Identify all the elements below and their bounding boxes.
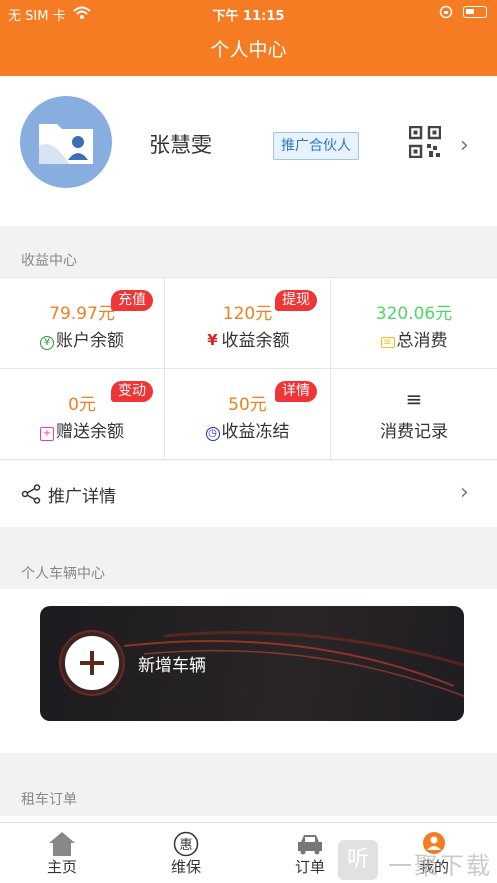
spend-records-cell[interactable]: ≡ 消费记录 [331, 369, 497, 460]
frozen-earnings-label-row: ◷ 收益冻结 [165, 417, 330, 442]
user-name: 张慧雯 [149, 133, 212, 157]
spend-records-label: 消费记录 [380, 422, 448, 442]
frozen-earnings-label: 收益冻结 [221, 422, 290, 442]
tab-maintenance[interactable]: 惠 维保 [146, 823, 226, 883]
gift-balance-label-row: + 赠送余额 [0, 417, 164, 442]
total-spend-cell[interactable]: 320.06元 ≡ 总消费 [331, 278, 497, 369]
ticket-icon: ≡ [380, 337, 395, 348]
earnings-balance-label-row: ¥ 收益余额 [165, 326, 330, 351]
tab-home[interactable]: 主页 [22, 823, 102, 883]
total-spend-amount: 320.06元 [375, 304, 453, 324]
watermark-text: 一聚下载 [388, 852, 492, 880]
avatar[interactable] [20, 96, 112, 188]
nav-bar: 个人中心 [0, 26, 497, 76]
gift-icon: + [40, 427, 54, 441]
recharge-badge[interactable]: 充值 [111, 290, 153, 311]
earnings-balance-cell[interactable]: 120元 提现 ¥ 收益余额 [165, 278, 331, 369]
chevron-right-icon[interactable]: › [460, 133, 469, 158]
status-icons [439, 5, 487, 19]
car-icon [298, 835, 322, 855]
chevron-right-icon: › [460, 480, 469, 505]
watermark-logo: 听 [338, 840, 378, 880]
list-icon: ≡ [405, 387, 423, 411]
total-spend-label-row: ≡ 总消费 [331, 326, 497, 351]
rental-section-title: 租车订单 [21, 792, 77, 808]
vehicle-section-title: 个人车辆中心 [21, 566, 105, 582]
account-balance-cell[interactable]: 79.97元 充值 ¥ 账户余额 [0, 278, 165, 369]
account-balance-label: 账户余额 [56, 331, 124, 351]
wifi-icon [73, 6, 91, 19]
qr-code-icon[interactable] [409, 126, 441, 158]
svg-text:惠: 惠 [179, 838, 192, 853]
page-title: 个人中心 [210, 39, 287, 61]
frozen-earnings-cell[interactable]: 50元 详情 ◷ 收益冻结 [165, 369, 331, 460]
folder-user-icon [39, 124, 93, 164]
tab-home-label: 主页 [46, 858, 77, 876]
earnings-balance-label: 收益余额 [221, 331, 290, 351]
yuan-coin-icon: ¥ [40, 336, 54, 350]
earnings-section-title: 收益中心 [21, 253, 77, 269]
clock-icon: ◷ [205, 427, 220, 441]
details-badge[interactable]: 详情 [275, 381, 317, 402]
watermark: 听 一聚下载 [338, 840, 497, 883]
change-badge[interactable]: 变动 [111, 381, 153, 402]
promotion-details-row[interactable]: 推广详情 › [0, 461, 497, 527]
withdraw-badge[interactable]: 提现 [275, 290, 317, 311]
vehicle-section: 新增车辆 [0, 589, 497, 753]
plus-icon [80, 651, 104, 675]
discount-icon: 惠 [173, 831, 199, 857]
home-icon [49, 832, 75, 856]
account-balance-label-row: ¥ 账户余额 [0, 326, 164, 351]
yen-icon: ¥ [207, 331, 218, 349]
promotion-details-label: 推广详情 [48, 487, 116, 507]
gift-balance-cell[interactable]: 0元 变动 + 赠送余额 [0, 369, 165, 460]
total-spend-label: 总消费 [396, 331, 448, 351]
tab-maintenance-label: 维保 [170, 858, 201, 876]
gift-balance-label: 赠送余额 [56, 422, 124, 442]
add-vehicle-card[interactable]: 新增车辆 [40, 606, 464, 721]
rotation-lock-icon [439, 5, 453, 19]
add-vehicle-button[interactable] [61, 632, 123, 694]
battery-icon [463, 6, 487, 18]
share-icon [21, 484, 41, 504]
add-vehicle-label: 新增车辆 [138, 656, 206, 676]
earnings-grid: 79.97元 充值 ¥ 账户余额 120元 提现 ¥ 收益余额 320.06元 ≡ 总… [0, 277, 497, 460]
partner-badge: 推广合伙人 [273, 132, 359, 160]
